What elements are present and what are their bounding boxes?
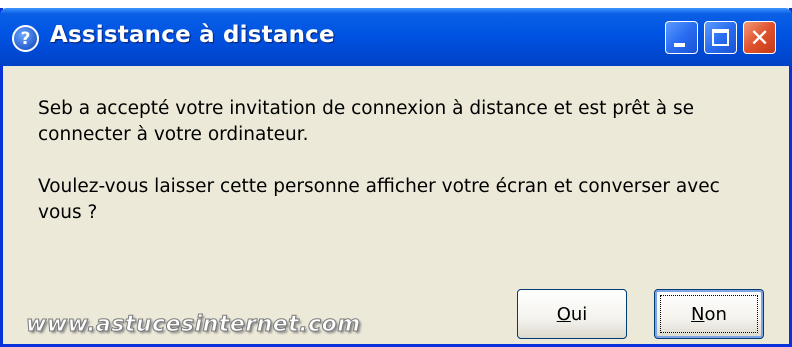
no-button-mnemonic: N	[691, 303, 705, 325]
yes-button-label: Oui	[557, 304, 588, 325]
yes-button-mnemonic: O	[556, 303, 571, 325]
minimize-icon	[674, 43, 685, 47]
title-bar[interactable]: ? Assistance à distance ✕	[0, 8, 792, 66]
message-paragraph-1: Seb a accepté votre invitation de connex…	[38, 98, 695, 145]
dialog-window: ? Assistance à distance ✕ Seb a accepté …	[0, 8, 792, 347]
no-button-label: Non	[691, 304, 727, 325]
close-icon: ✕	[749, 23, 770, 52]
minimize-button[interactable]	[665, 21, 698, 54]
message-paragraph-2: Voulez-vous laisser cette personne affic…	[38, 176, 720, 223]
help-icon-glyph: ?	[20, 28, 31, 49]
maximize-button[interactable]	[704, 21, 737, 54]
close-button[interactable]: ✕	[743, 21, 776, 54]
maximize-icon	[712, 29, 729, 46]
no-button[interactable]: Non	[654, 289, 764, 339]
yes-button[interactable]: Oui	[517, 289, 627, 339]
dialog-message: Seb a accepté votre invitation de connex…	[38, 96, 758, 252]
yes-button-label-rest: ui	[570, 303, 588, 325]
no-button-label-rest: on	[704, 303, 727, 325]
help-icon: ?	[12, 25, 39, 52]
window-title: Assistance à distance	[50, 22, 335, 48]
watermark-text: www.astucesinternet.com	[26, 312, 361, 338]
